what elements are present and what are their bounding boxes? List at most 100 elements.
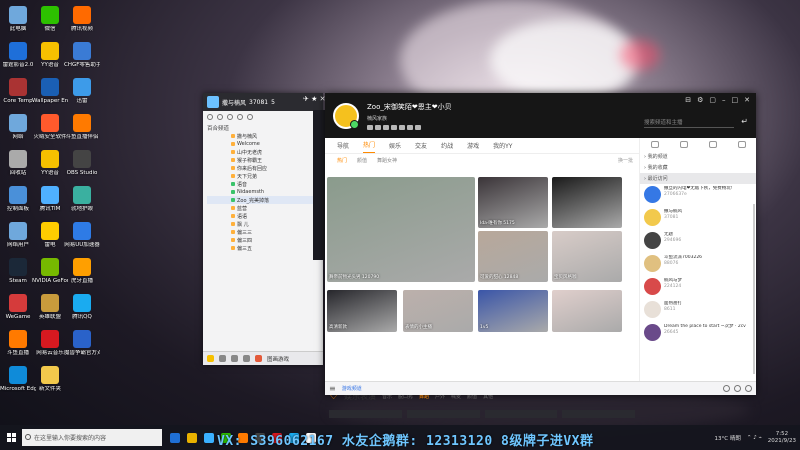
desktop-icon[interactable]: 腾讯TIM bbox=[32, 186, 68, 212]
home-icon[interactable] bbox=[650, 141, 659, 148]
taskbar-app-icon[interactable] bbox=[204, 432, 214, 443]
channel-row[interactable]: Nidaemsth bbox=[207, 188, 319, 196]
taskbar-app-icon[interactable] bbox=[170, 432, 180, 443]
live-card[interactable]: 可爱的甜心 12848 bbox=[478, 231, 548, 282]
desktop-icon[interactable]: 斗鱼直播 bbox=[0, 330, 36, 356]
channel-row[interactable]: 语音 bbox=[207, 180, 319, 188]
desktop-icon[interactable]: 雷霆影音2.0 bbox=[0, 42, 36, 68]
taskbar-app-icon[interactable] bbox=[187, 432, 197, 443]
desktop-icon[interactable]: Wallpaper Engine bbox=[32, 78, 68, 104]
start-button[interactable] bbox=[0, 425, 22, 450]
desktop-icon[interactable]: 腾讯视频 bbox=[64, 6, 100, 32]
search-icon[interactable] bbox=[207, 114, 213, 120]
desktop-icon[interactable]: Steam bbox=[0, 258, 36, 284]
sub-tab[interactable]: 颜值 bbox=[357, 157, 367, 164]
channel-row[interactable]: 偏三四 bbox=[207, 236, 319, 244]
channel-row[interactable]: 偏三五 bbox=[207, 244, 319, 252]
recent-item[interactable]: 面熟蔷打 8611 bbox=[644, 301, 752, 319]
menu-icon[interactable]: ≡ bbox=[329, 384, 336, 393]
bottom-label[interactable]: 图画游戏 bbox=[267, 355, 289, 363]
thumbnail[interactable] bbox=[329, 410, 402, 418]
desktop-icon[interactable]: YY语音 bbox=[32, 150, 68, 176]
desktop-icon[interactable]: NVIDIA GeForce Experience bbox=[32, 258, 68, 284]
tray-icons[interactable]: ⌃ ♪ ⌁ bbox=[747, 435, 762, 441]
history-icon[interactable] bbox=[734, 385, 741, 392]
live-card[interactable]: 舞帝前物光头男 120790 bbox=[327, 177, 475, 282]
desktop-icon[interactable]: 此电脑 bbox=[0, 6, 36, 32]
channel-row[interactable]: 偏三三 bbox=[207, 228, 319, 236]
window-control-icon[interactable]: – bbox=[722, 96, 726, 104]
scrollbar[interactable] bbox=[753, 204, 755, 374]
channel-row[interactable]: 你来后有回应 bbox=[207, 164, 319, 172]
yy-logo-icon[interactable] bbox=[207, 355, 214, 362]
settings-icon[interactable] bbox=[745, 385, 752, 392]
desktop-icon[interactable]: 火绒安全软件 bbox=[32, 114, 68, 140]
channel-row[interactable]: 天下兄弟 bbox=[207, 172, 319, 180]
desktop-icon[interactable]: 雷电 bbox=[32, 222, 68, 248]
nav-tab[interactable]: 交友 bbox=[415, 141, 427, 153]
side-menu-item[interactable]: › 我的频道 bbox=[640, 151, 756, 162]
channel-row[interactable]: Zoo_完美掉落 bbox=[207, 196, 319, 204]
window-control-icon[interactable]: □ bbox=[732, 96, 739, 104]
desktop-icon[interactable]: 虎牙直播 bbox=[64, 258, 100, 284]
sub-tab[interactable]: 舞蹈女神 bbox=[377, 157, 397, 164]
thumbnail[interactable] bbox=[484, 410, 558, 418]
window-control-icon[interactable]: ⚙ bbox=[697, 96, 703, 104]
enter-icon[interactable]: ↵ bbox=[741, 117, 748, 126]
sub-tab[interactable]: 热门 bbox=[337, 157, 347, 164]
recent-item[interactable]: 无题 294696 bbox=[644, 232, 752, 250]
channel-row[interactable]: 撒与楠风 bbox=[207, 132, 319, 140]
share-icon[interactable] bbox=[237, 114, 243, 120]
thumbnail[interactable] bbox=[562, 410, 635, 418]
desktop-icon[interactable]: Microsoft Edge bbox=[0, 366, 36, 392]
search-input[interactable]: 搜索频道和主播 bbox=[644, 118, 734, 128]
nav-tab[interactable]: 游戏 bbox=[467, 141, 479, 153]
desktop-icon[interactable]: YY语音 bbox=[32, 42, 68, 68]
channel-row[interactable]: 语语 bbox=[207, 212, 319, 220]
desktop-icon[interactable]: 微信 bbox=[32, 6, 68, 32]
desktop-icon[interactable]: OBS Studio bbox=[64, 150, 100, 176]
location-icon[interactable] bbox=[227, 114, 233, 120]
star-icon[interactable] bbox=[679, 141, 688, 148]
live-card[interactable]: 表情的小主播 bbox=[403, 290, 473, 332]
recent-item[interactable]: 斗鱼流派7003226 88076 bbox=[644, 255, 752, 273]
desktop-icon[interactable]: 网络用户 bbox=[0, 222, 36, 248]
channel-section[interactable]: 百合频道 ▾ bbox=[203, 123, 323, 132]
nav-tab[interactable]: 热门 bbox=[363, 140, 376, 153]
recent-item[interactable]: 楠风与梦 224124 bbox=[644, 278, 752, 296]
desktop-icon[interactable]: WeGame bbox=[0, 294, 36, 320]
desktop-icon[interactable]: 网易UU加速器 bbox=[64, 222, 100, 248]
desktop-icon[interactable]: 网易云音乐 bbox=[32, 330, 68, 356]
nav-tab[interactable]: 导航 bbox=[337, 141, 349, 153]
recent-item[interactable]: Dream the place to start ~次梦 · 2cv 26645 bbox=[644, 324, 752, 342]
more-icon[interactable] bbox=[247, 114, 253, 120]
live-card[interactable]: 1v5 bbox=[478, 290, 548, 332]
desktop-icon[interactable]: 魔兽争霸官方对战平台 bbox=[64, 330, 100, 356]
window-control-icon[interactable]: ⊟ bbox=[685, 96, 691, 104]
channel-row[interactable]: Welcome bbox=[207, 140, 319, 148]
window-control-icon[interactable]: ▢ bbox=[709, 96, 716, 104]
refresh-button[interactable]: 换一批 bbox=[618, 157, 633, 164]
person-icon[interactable] bbox=[708, 141, 717, 148]
nav-tab[interactable]: 娱乐 bbox=[389, 141, 401, 153]
channel-avatar[interactable] bbox=[207, 96, 219, 108]
user-avatar[interactable] bbox=[333, 102, 359, 129]
desktop-icon[interactable]: 腾讯QQ bbox=[64, 294, 100, 320]
equalizer-icon[interactable] bbox=[243, 355, 250, 362]
mic-icon[interactable] bbox=[219, 355, 226, 362]
nav-tab[interactable]: 约战 bbox=[441, 141, 453, 153]
live-card[interactable] bbox=[552, 290, 622, 332]
desktop-icon[interactable]: 迅雷 bbox=[64, 78, 100, 104]
channel-row[interactable]: 猴子称霸王 bbox=[207, 156, 319, 164]
desktop-icon[interactable]: 英雄联盟 bbox=[32, 294, 68, 320]
footer-link[interactable]: 游戏频道 bbox=[342, 385, 362, 392]
live-card[interactable]: 宝贝风格咖 bbox=[552, 231, 622, 282]
live-card[interactable] bbox=[552, 177, 622, 228]
thumbnail[interactable] bbox=[406, 410, 480, 418]
video-icon[interactable] bbox=[723, 385, 730, 392]
recent-item[interactable]: 撒与楠风 37081 bbox=[644, 209, 752, 227]
desktop-icon[interactable]: 就地护眼 bbox=[64, 186, 100, 212]
recent-item[interactable]: 撒旦的闪电❤无敌下秋，免费畅玩! 2706637e bbox=[644, 186, 752, 204]
taskbar-search[interactable]: 在这里输入你要搜索的内容 bbox=[22, 429, 162, 446]
nav-tab[interactable]: 我的YY bbox=[493, 141, 512, 153]
